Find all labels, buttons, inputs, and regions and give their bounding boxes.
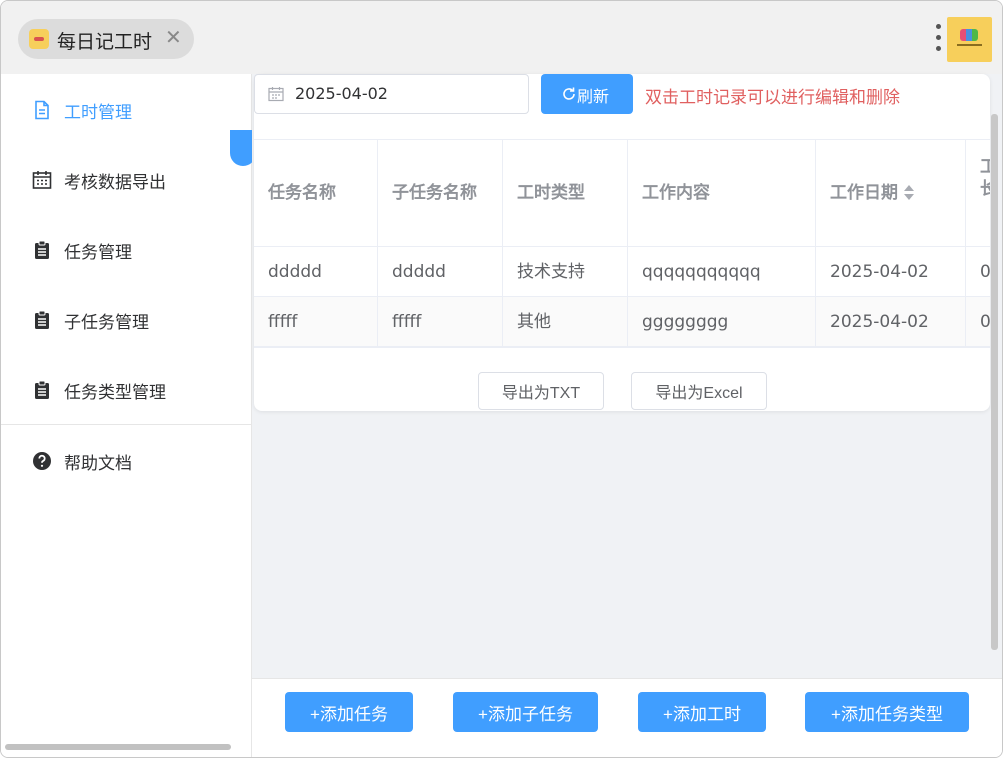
column-header[interactable]: 任务名称 — [254, 140, 378, 247]
export-txt-button[interactable]: 导出为TXT — [478, 372, 604, 410]
sidebar-item-label: 帮助文档 — [64, 454, 132, 474]
date-picker[interactable]: 2025-04-02 — [254, 74, 529, 114]
column-header[interactable]: 子任务名称 — [378, 140, 503, 247]
sidebar-item-help[interactable]: 帮助文档 — [1, 433, 251, 489]
sort-icon[interactable] — [904, 185, 914, 201]
sidebar-item-label: 任务管理 — [64, 243, 132, 263]
sidebar-item-label: 工时管理 — [64, 103, 132, 123]
calendar-icon — [268, 87, 284, 102]
sidebar-item-export[interactable]: 考核数据导出 — [1, 152, 251, 208]
hours-table: 任务名称 子任务名称 工时类型 工作内容 工作日期 工 长 ddddd dddd… — [254, 139, 990, 348]
tab-title: 每日记工时 — [57, 31, 153, 53]
close-icon[interactable]: ✕ — [165, 25, 182, 49]
table-cell: 技术支持 — [503, 247, 628, 297]
document-icon — [35, 100, 49, 120]
sidebar-item-label: 子任务管理 — [64, 313, 149, 333]
main-content: 2025-04-02 刷新 双击工时记录可以进行编辑和删除 任务名称 子任务名称… — [252, 74, 1002, 678]
sidebar: 工时管理 考核数据导出 任务管理 子任务管理 任务类型管理 帮助文档 — [1, 74, 256, 757]
table-cell: 0 — [966, 247, 990, 297]
help-icon — [33, 452, 51, 470]
table-cell: 2025-04-02 — [816, 247, 966, 297]
column-header-label: 工作日期 — [830, 183, 898, 203]
add-hours-button[interactable]: +添加工时 — [638, 692, 766, 732]
table-cell: ddddd — [254, 247, 378, 297]
app-window: 每日记工时 ✕ 工时管理 考核数据导出 任务管理 子任务管理 任务类型管理 帮助… — [0, 0, 1003, 758]
column-header-sortable[interactable]: 工作日期 — [816, 140, 966, 247]
sidebar-item-subtasks[interactable]: 子任务管理 — [1, 292, 251, 348]
table-cell: 0 — [966, 297, 990, 347]
column-header[interactable]: 工时类型 — [503, 140, 628, 247]
clipboard-icon — [35, 310, 49, 329]
table-cell: 其他 — [503, 297, 628, 347]
table-cell: qqqqqqqqqqq — [628, 247, 816, 297]
add-task-button[interactable]: +添加任务 — [285, 692, 413, 732]
date-value: 2025-04-02 — [295, 84, 388, 103]
refresh-label: 刷新 — [577, 89, 610, 106]
table-cell: gggggggg — [628, 297, 816, 347]
app-logo — [947, 17, 992, 62]
sidebar-item-tasks[interactable]: 任务管理 — [1, 222, 251, 278]
more-menu-icon[interactable] — [931, 23, 945, 55]
table-cell: fffff — [254, 297, 378, 347]
vertical-scrollbar[interactable] — [991, 114, 998, 650]
sidebar-item-label: 考核数据导出 — [64, 173, 166, 193]
refresh-icon — [563, 87, 575, 100]
table-cell: ddddd — [378, 247, 503, 297]
app-tab[interactable]: 每日记工时 ✕ — [18, 19, 194, 59]
horizontal-scrollbar[interactable] — [5, 744, 231, 750]
table-cell: fffff — [378, 297, 503, 347]
title-bar: 每日记工时 ✕ — [1, 1, 1002, 74]
add-task-type-button[interactable]: +添加任务类型 — [805, 692, 969, 732]
column-header[interactable]: 工 长 — [966, 140, 990, 247]
app-tab-icon — [29, 29, 49, 49]
table-cell: 2025-04-02 — [816, 297, 966, 347]
column-header[interactable]: 工作内容 — [628, 140, 816, 247]
sidebar-item-task-types[interactable]: 任务类型管理 — [1, 362, 251, 418]
hours-card: 2025-04-02 刷新 双击工时记录可以进行编辑和删除 任务名称 子任务名称… — [254, 74, 990, 411]
action-bar: +添加任务 +添加子任务 +添加工时 +添加任务类型 — [252, 678, 1002, 757]
calendar-icon — [32, 171, 52, 189]
export-excel-button[interactable]: 导出为Excel — [631, 372, 767, 410]
sidebar-item-label: 任务类型管理 — [64, 383, 166, 403]
sidebar-divider — [1, 424, 251, 425]
refresh-button[interactable]: 刷新 — [541, 74, 633, 114]
add-subtask-button[interactable]: +添加子任务 — [453, 692, 598, 732]
clipboard-icon — [35, 380, 49, 399]
clipboard-icon — [35, 240, 49, 259]
sidebar-item-hours[interactable]: 工时管理 — [1, 82, 251, 138]
edit-hint: 双击工时记录可以进行编辑和删除 — [645, 88, 900, 108]
